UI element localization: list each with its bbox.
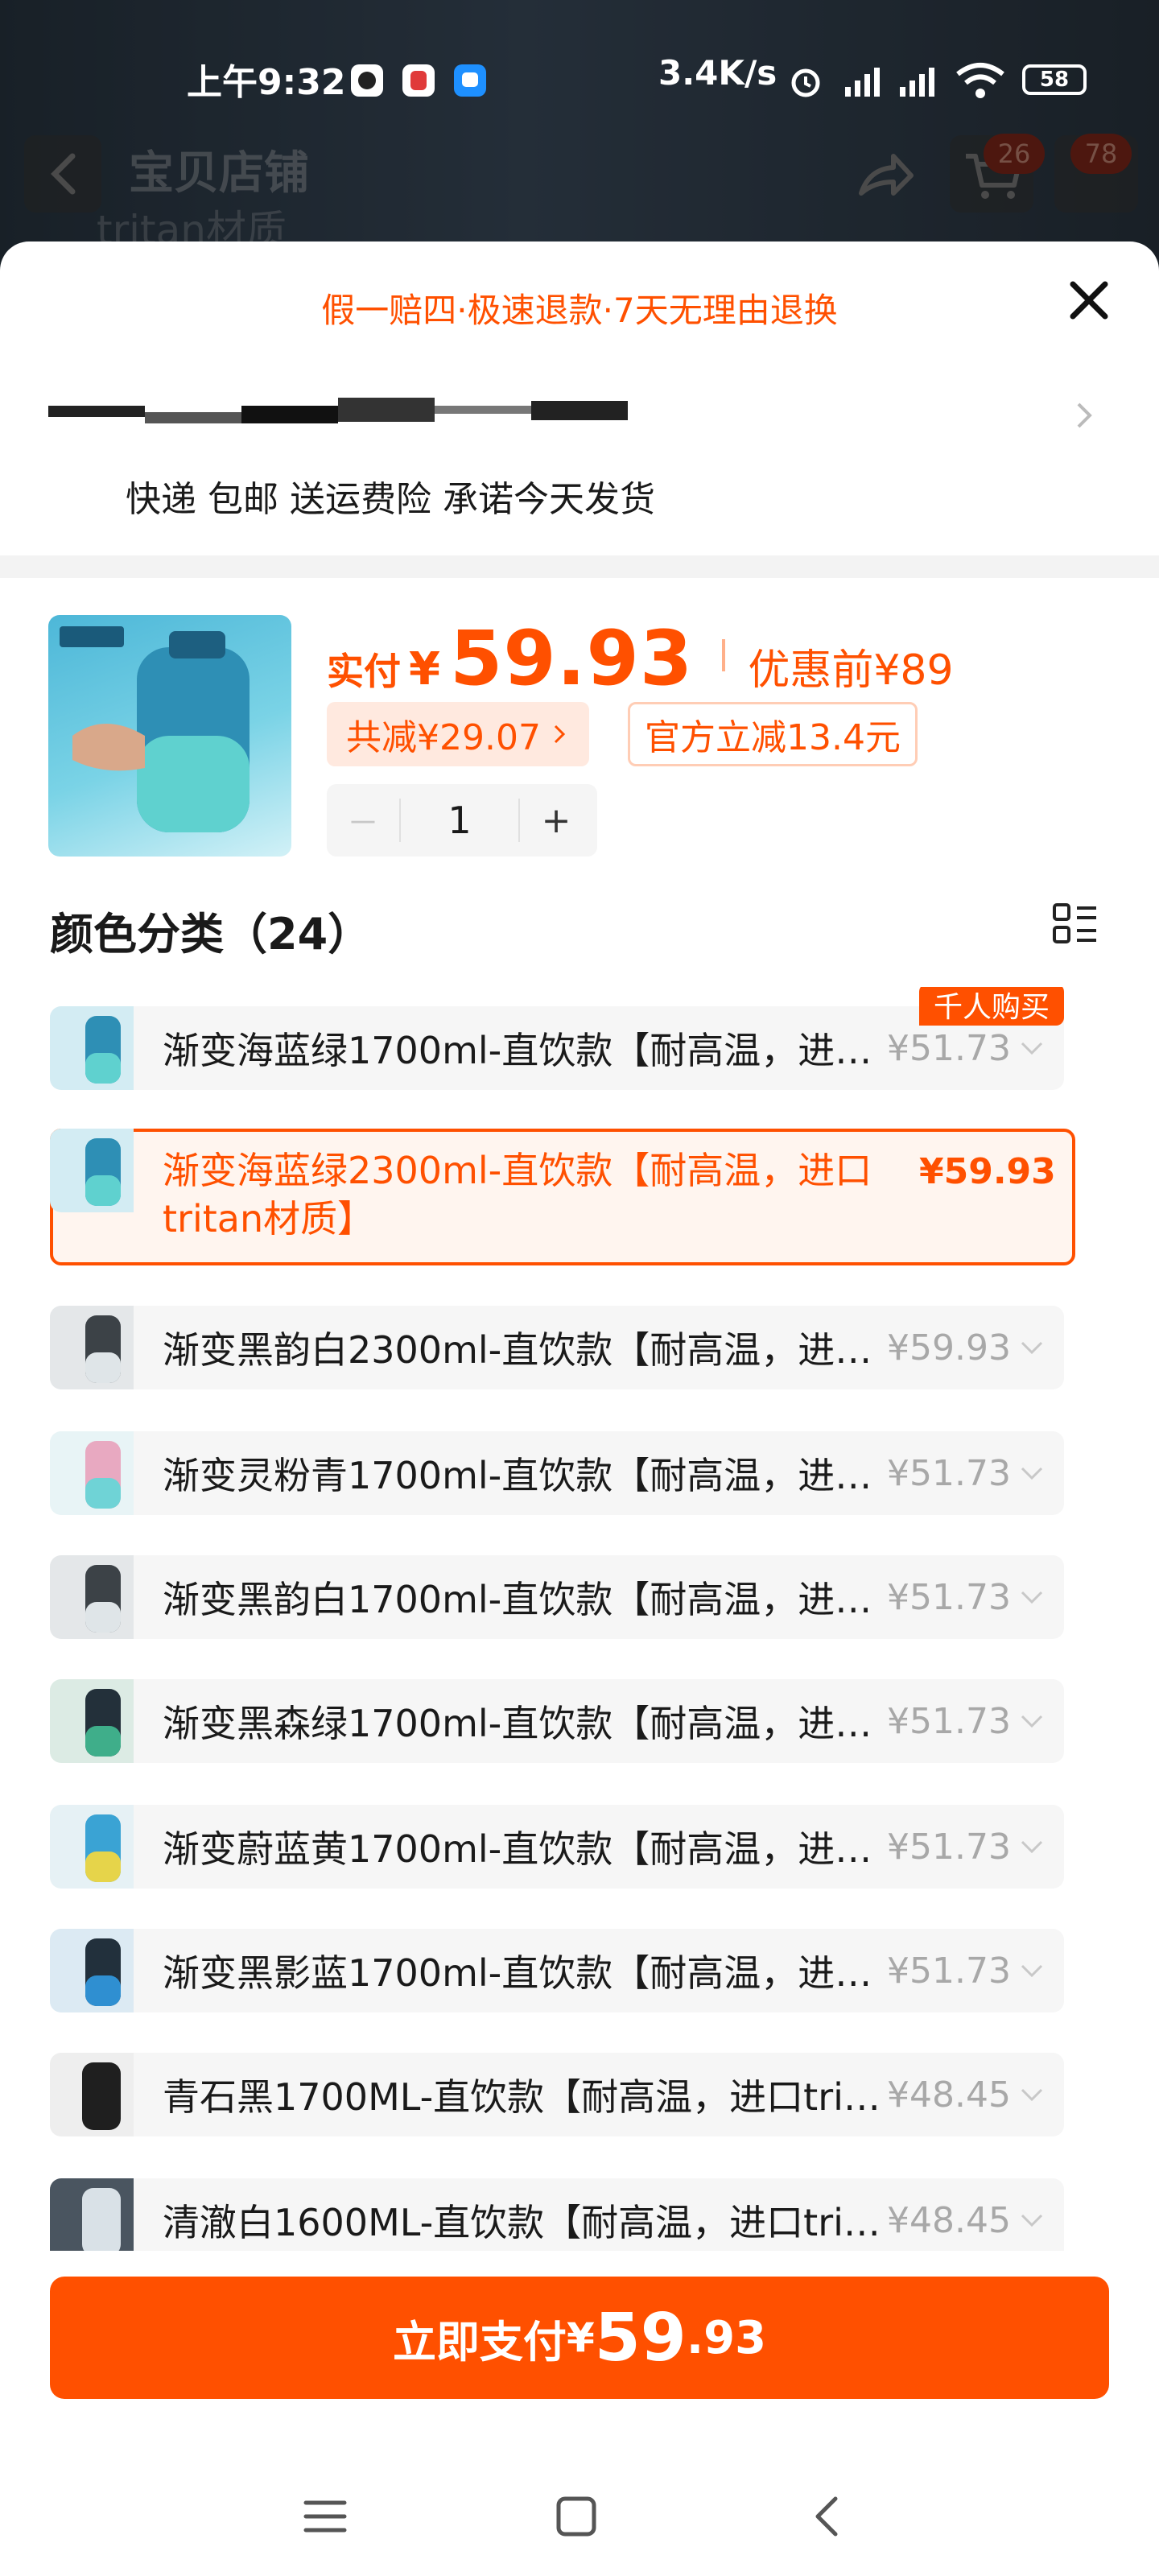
- chevron-right-icon[interactable]: [1067, 399, 1099, 431]
- price-before-discount: 优惠前¥89: [748, 646, 954, 695]
- option-thumbnail: [50, 1679, 134, 1763]
- sku-option-list[interactable]: 千人购买 渐变海蓝绿1700ml-直饮款【耐高温，进口tritan材质】 ¥51…: [50, 987, 1088, 2251]
- total-discount-text: 共减¥29.07: [346, 717, 541, 758]
- close-icon: [1070, 281, 1108, 320]
- chevron-down-icon[interactable]: [1000, 1338, 1064, 1357]
- official-discount-chip: 官方立减13.4元: [628, 702, 918, 766]
- total-discount-chip[interactable]: 共减¥29.07: [327, 702, 589, 766]
- quantity-stepper: － 1 +: [327, 784, 597, 857]
- status-bar: 上午9:32 3.4K/s 58: [0, 0, 1159, 103]
- option-price: ¥51.73: [887, 1452, 1011, 1494]
- option-price: ¥51.73: [887, 1826, 1011, 1868]
- option-thumbnail: [50, 1431, 134, 1515]
- final-price: 59.93: [449, 615, 694, 703]
- pay-currency: ¥: [566, 2314, 595, 2361]
- list-view-toggle-icon[interactable]: [1051, 900, 1099, 948]
- option-thumbnail: [50, 1929, 134, 2013]
- message-notification-icon: [454, 64, 486, 97]
- back-nav-icon[interactable]: [795, 2484, 860, 2549]
- option-price: ¥51.73: [887, 1027, 1011, 1069]
- chevron-down-icon[interactable]: [1000, 1463, 1064, 1483]
- system-navigation-bar: [0, 2447, 1159, 2576]
- option-price: ¥48.45: [887, 2199, 1011, 2241]
- chevron-down-icon[interactable]: [1000, 1961, 1064, 1980]
- signal-icon: [895, 63, 943, 101]
- chevron-right-icon: [554, 724, 566, 744]
- price-separator: [722, 639, 726, 671]
- status-time: 上午9:32: [187, 62, 346, 103]
- sku-option[interactable]: 清澈白1600ML-直饮款【耐高温，进口tritan材质】 ¥48.45: [50, 2178, 1064, 2251]
- option-price: ¥59.93: [887, 1327, 1011, 1368]
- battery-indicator: 58: [1022, 64, 1087, 95]
- sku-option[interactable]: 渐变黑韵白1700ml-直饮款【耐高温，进口tritan材质】 ¥51.73: [50, 1555, 1064, 1639]
- option-name: 渐变灵粉青1700ml-直饮款【耐高温，进口tritan材质】: [163, 1454, 887, 1497]
- option-thumbnail: [50, 2053, 134, 2136]
- option-thumbnail: [50, 1006, 134, 1090]
- quantity-value[interactable]: 1: [399, 799, 520, 842]
- option-name: 渐变蔚蓝黄1700ml-直饮款【耐高温，进口tritan材质】: [163, 1827, 887, 1871]
- option-name: 渐变黑韵白1700ml-直饮款【耐高温，进口tritan材质】: [163, 1578, 887, 1621]
- option-name: 渐变黑韵白2300ml-直饮款【耐高温，进口tritan材质】: [163, 1328, 887, 1372]
- shopping-notification-icon: [402, 64, 435, 97]
- option-thumbnail: [50, 1555, 134, 1639]
- chevron-down-icon[interactable]: [1000, 2211, 1064, 2230]
- sku-option-selected[interactable]: 渐变海蓝绿2300ml-直饮款【耐高温，进口tritan材质】 ¥59.93: [50, 1129, 1075, 1265]
- chevron-down-icon[interactable]: [1000, 1038, 1064, 1058]
- chevron-down-icon[interactable]: [1000, 1837, 1064, 1856]
- home-nav-icon[interactable]: [544, 2484, 608, 2549]
- pay-label: 立即支付: [392, 2316, 567, 2368]
- wifi-icon: [955, 61, 1006, 103]
- sku-option[interactable]: 渐变黑影蓝1700ml-直饮款【耐高温，进口tritan材质】 ¥51.73: [50, 1929, 1064, 2013]
- increase-quantity-button[interactable]: +: [520, 800, 592, 841]
- option-price: ¥48.45: [887, 2074, 1011, 2116]
- sku-option[interactable]: 渐变黑韵白2300ml-直饮款【耐高温，进口tritan材质】 ¥59.93: [50, 1306, 1064, 1389]
- option-price: ¥51.73: [887, 1576, 1011, 1618]
- price-label: 实付: [327, 650, 401, 693]
- sku-option[interactable]: 渐变黑森绿1700ml-直饮款【耐高温，进口tritan材质】 ¥51.73: [50, 1679, 1064, 1763]
- option-price: ¥59.93: [919, 1151, 1056, 1192]
- app-notification-icon: [351, 64, 383, 97]
- option-thumbnail: [50, 1129, 134, 1212]
- option-name: 青石黑1700ML-直饮款【耐高温，进口tritan材质】: [163, 2075, 887, 2119]
- option-price: ¥51.73: [887, 1950, 1011, 1992]
- section-divider: [0, 555, 1159, 578]
- chevron-down-icon[interactable]: [1000, 2085, 1064, 2104]
- option-name: 渐变黑森绿1700ml-直饮款【耐高温，进口tritan材质】: [163, 1702, 887, 1745]
- option-thumbnail: [50, 1306, 134, 1389]
- popular-tag: 千人购买: [919, 987, 1065, 1026]
- decrease-quantity-button[interactable]: －: [327, 797, 399, 844]
- option-name: 渐变黑影蓝1700ml-直饮款【耐高温，进口tritan材质】: [163, 1951, 887, 1995]
- pay-amount-decimal: .93: [686, 2311, 767, 2364]
- network-speed: 3.4K/s: [658, 53, 777, 93]
- price-currency: ¥: [409, 643, 440, 696]
- shipping-info: 快递 包邮 送运费险 承诺今天发货: [126, 479, 655, 520]
- guarantee-banner: 假一赔四·极速退款·7天无理由退换: [321, 291, 838, 330]
- pay-amount-integer: 59: [594, 2299, 687, 2376]
- pay-now-button[interactable]: 立即支付 ¥ 59 .93: [50, 2277, 1109, 2399]
- sku-option[interactable]: 渐变灵粉青1700ml-直饮款【耐高温，进口tritan材质】 ¥51.73: [50, 1431, 1064, 1515]
- address-redacted[interactable]: [48, 398, 853, 438]
- option-name: 清澈白1600ML-直饮款【耐高温，进口tritan材质】: [163, 2201, 887, 2244]
- sku-option[interactable]: 渐变蔚蓝黄1700ml-直饮款【耐高温，进口tritan材质】 ¥51.73: [50, 1805, 1064, 1889]
- signal-hd-icon: [834, 63, 882, 101]
- option-thumbnail: [50, 2178, 134, 2251]
- option-thumbnail: [50, 1805, 134, 1889]
- alarm-icon: [787, 63, 824, 103]
- chevron-down-icon[interactable]: [1000, 1587, 1064, 1607]
- final-price-line: 实付 ¥ 59.93 优惠前¥89: [327, 615, 954, 703]
- chevron-down-icon[interactable]: [1000, 1711, 1064, 1731]
- sku-option[interactable]: 青石黑1700ML-直饮款【耐高温，进口tritan材质】 ¥48.45: [50, 2053, 1064, 2136]
- product-thumbnail[interactable]: [48, 615, 291, 857]
- option-price: ¥51.73: [887, 1700, 1011, 1742]
- close-button[interactable]: [1061, 272, 1117, 328]
- color-category-title: 颜色分类（24）: [50, 909, 372, 960]
- menu-nav-icon[interactable]: [293, 2484, 357, 2549]
- sku-option[interactable]: 渐变海蓝绿1700ml-直饮款【耐高温，进口tritan材质】 ¥51.73: [50, 1006, 1064, 1090]
- option-name: 渐变海蓝绿1700ml-直饮款【耐高温，进口tritan材质】: [163, 1029, 887, 1072]
- option-name: 渐变海蓝绿2300ml-直饮款【耐高温，进口tritan材质】: [163, 1149, 872, 1241]
